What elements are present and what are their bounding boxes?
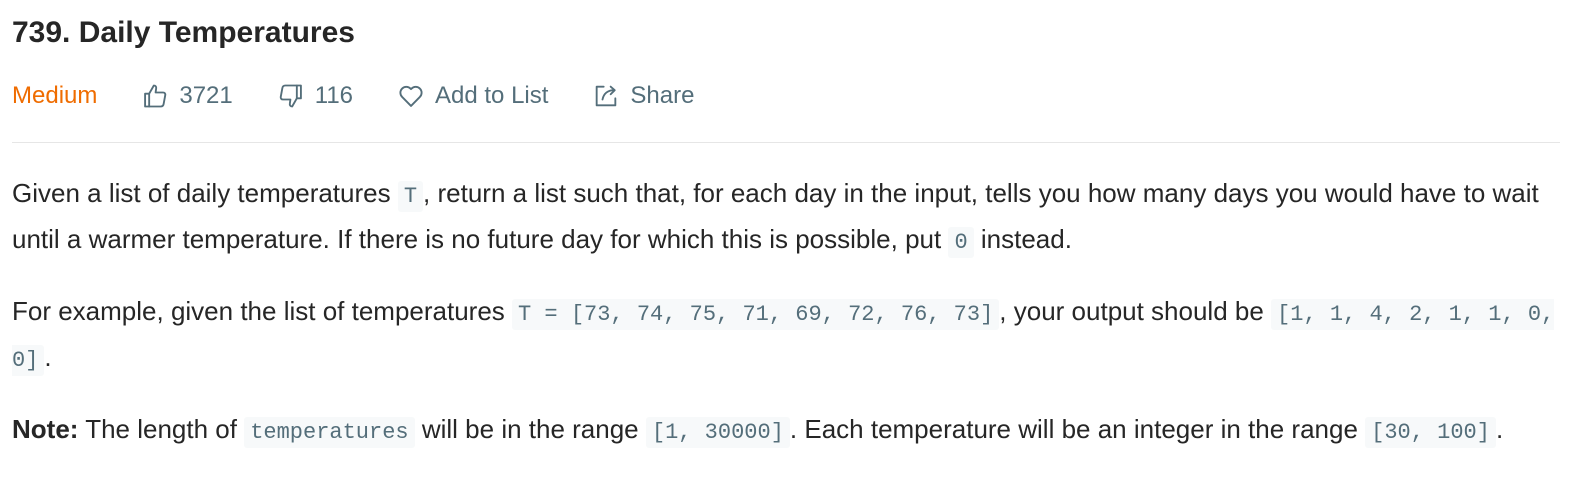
inline-code: [30, 100]: [1365, 417, 1496, 448]
note-label: Note:: [12, 414, 79, 444]
description-text: The length of: [78, 414, 245, 444]
description-text: , your output should be: [999, 296, 1272, 326]
inline-code: T: [397, 181, 424, 212]
description-text: .: [44, 342, 52, 372]
inline-code: [1, 30000]: [645, 417, 790, 448]
description-text: will be in the range: [414, 414, 646, 444]
share-icon: [596, 85, 617, 107]
add-to-list-button[interactable]: Add to List: [397, 82, 548, 110]
thumbs-down-icon: [279, 84, 302, 108]
dislike-count: 116: [314, 82, 354, 109]
inline-code: T = [73, 74, 75, 71, 69, 72, 76, 73]: [512, 299, 1000, 330]
description-text: . Each temperature will be an integer in…: [789, 414, 1366, 444]
share-label: Share: [630, 82, 695, 109]
heart-icon: [399, 85, 423, 107]
dislike-button[interactable]: 116: [277, 82, 353, 110]
description-text: .: [1495, 414, 1504, 444]
inline-code: temperatures: [244, 417, 415, 448]
description-paragraph: Given a list of daily temperatures T, re…: [12, 172, 1560, 264]
problem-description: Given a list of daily temperatures T, re…: [12, 172, 1560, 480]
share-button[interactable]: Share: [592, 82, 694, 110]
note-paragraph: Note: The length of temperatures will be…: [12, 408, 1560, 454]
description-text: For example, given the list of temperatu…: [12, 296, 513, 326]
example-paragraph: For example, given the list of temperatu…: [12, 290, 1560, 382]
like-count: 3721: [179, 82, 233, 109]
header-divider: [12, 142, 1560, 143]
like-button[interactable]: 3721: [141, 82, 233, 110]
add-to-list-label: Add to List: [435, 82, 549, 109]
difficulty-label: Medium: [12, 82, 98, 109]
description-text: Given a list of daily temperatures: [12, 178, 398, 208]
thumbs-up-icon: [144, 84, 167, 108]
description-text: instead.: [973, 224, 1072, 254]
inline-code: 0: [948, 227, 974, 258]
problem-meta-bar: Medium 3721 116 Add to List Share: [12, 78, 738, 114]
problem-title: 739. Daily Temperatures: [12, 16, 355, 49]
